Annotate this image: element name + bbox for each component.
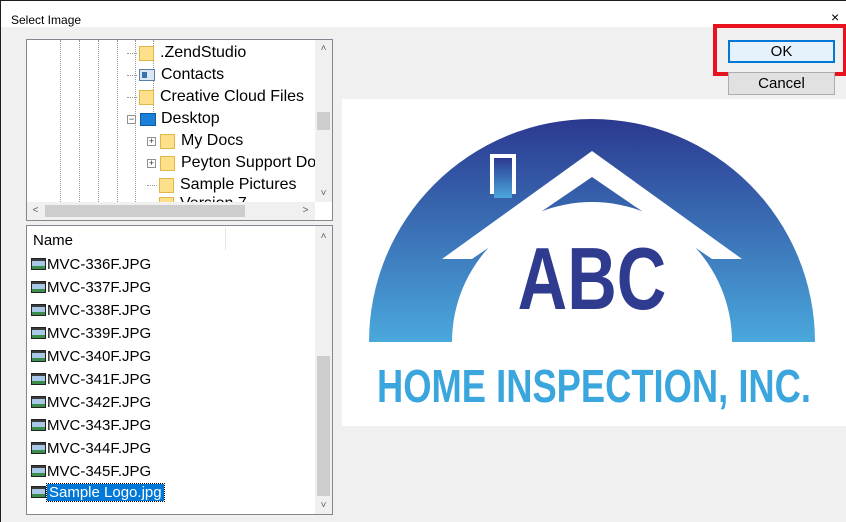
close-icon[interactable]: × xyxy=(831,9,839,25)
tree-item-label: Desktop xyxy=(161,110,220,127)
image-file-icon xyxy=(31,396,46,408)
tree-item-label: .ZendStudio xyxy=(160,44,247,61)
tree-item-label: Contacts xyxy=(161,66,225,83)
cancel-button[interactable]: Cancel xyxy=(728,72,835,95)
scroll-up-icon[interactable]: ˄ xyxy=(315,228,332,245)
expand-icon[interactable]: + xyxy=(147,136,156,146)
tree-item-zendstudio[interactable]: .ZendStudio xyxy=(127,43,246,63)
image-file-icon xyxy=(31,327,46,339)
image-file-icon xyxy=(31,442,46,454)
image-file-icon xyxy=(31,304,46,316)
folder-tree[interactable]: .ZendStudio Contacts Creative Cloud File… xyxy=(26,39,333,221)
tree-item-label: Creative Cloud Files xyxy=(160,88,305,105)
tree-item-desktop[interactable]: − Desktop xyxy=(127,109,220,129)
logo-sub-text: HOME INSPECTION, INC. xyxy=(377,360,811,412)
column-header-name[interactable]: Name xyxy=(33,232,73,249)
folder-icon xyxy=(159,177,174,193)
list-item[interactable]: MVC-336F.JPG xyxy=(31,254,151,274)
image-file-icon xyxy=(31,465,46,477)
expand-icon[interactable]: + xyxy=(147,158,156,168)
file-list[interactable]: Name MVC-336F.JPG MVC-337F.JPG MVC-338F.… xyxy=(26,225,333,515)
image-file-icon xyxy=(31,258,46,270)
folder-icon xyxy=(160,155,175,171)
scroll-thumb[interactable] xyxy=(45,205,245,217)
tree-horizontal-scrollbar[interactable]: ˂ ˃ xyxy=(27,202,315,220)
list-item[interactable]: MVC-342F.JPG xyxy=(31,392,151,412)
image-file-icon xyxy=(31,419,46,431)
list-item[interactable]: MVC-341F.JPG xyxy=(31,369,151,389)
scroll-up-icon[interactable]: ˄ xyxy=(315,40,332,57)
abc-home-inspection-logo: ABC HOME INSPECTION, INC. xyxy=(369,119,815,412)
image-file-icon xyxy=(31,350,46,362)
list-vertical-scrollbar[interactable]: ˄ ˅ xyxy=(315,226,332,514)
select-image-dialog: Select Image × .ZendStudio Contacts Crea… xyxy=(0,0,846,522)
tree-item-peyton-support[interactable]: + Peyton Support Do xyxy=(147,153,316,173)
logo-main-text: ABC xyxy=(518,230,667,328)
collapse-icon[interactable]: − xyxy=(127,114,136,124)
desktop-icon xyxy=(140,112,156,126)
scroll-thumb[interactable] xyxy=(317,112,330,130)
tree-vertical-scrollbar[interactable]: ˄ ˅ xyxy=(315,40,332,202)
tree-item-label: My Docs xyxy=(181,132,244,149)
scroll-thumb[interactable] xyxy=(317,356,330,496)
scroll-right-icon[interactable]: ˃ xyxy=(297,202,314,219)
list-item[interactable]: MVC-337F.JPG xyxy=(31,277,151,297)
tree-item-label: Peyton Support Do xyxy=(181,154,317,171)
tree-item-label: Sample Pictures xyxy=(180,176,297,193)
scroll-left-icon[interactable]: ˂ xyxy=(27,202,44,219)
list-item[interactable]: MVC-340F.JPG xyxy=(31,346,151,366)
scroll-down-icon[interactable]: ˅ xyxy=(315,497,332,514)
tree-item-creative-cloud-files[interactable]: Creative Cloud Files xyxy=(127,87,304,107)
list-item[interactable]: MVC-345F.JPG xyxy=(31,461,151,481)
folder-icon xyxy=(139,89,154,105)
dialog-title: Select Image xyxy=(11,13,82,27)
image-file-icon xyxy=(31,486,46,498)
tree-item-my-docs[interactable]: + My Docs xyxy=(147,131,243,151)
ok-button[interactable]: OK xyxy=(728,40,835,63)
folder-icon xyxy=(139,45,154,61)
contacts-icon xyxy=(139,69,155,81)
image-file-icon xyxy=(31,373,46,385)
tree-item-sample-pictures[interactable]: Sample Pictures xyxy=(147,175,297,195)
list-item[interactable]: MVC-339F.JPG xyxy=(31,323,151,343)
image-file-icon xyxy=(31,281,46,293)
list-item[interactable]: MVC-343F.JPG xyxy=(31,415,151,435)
list-item-selected[interactable]: Sample Logo.jpg xyxy=(31,482,165,502)
scroll-down-icon[interactable]: ˅ xyxy=(315,185,332,202)
image-preview: ABC HOME INSPECTION, INC. xyxy=(342,99,846,426)
tree-item-contacts[interactable]: Contacts xyxy=(127,65,224,85)
list-item[interactable]: MVC-344F.JPG xyxy=(31,438,151,458)
folder-icon xyxy=(160,133,175,149)
list-item[interactable]: MVC-338F.JPG xyxy=(31,300,151,320)
